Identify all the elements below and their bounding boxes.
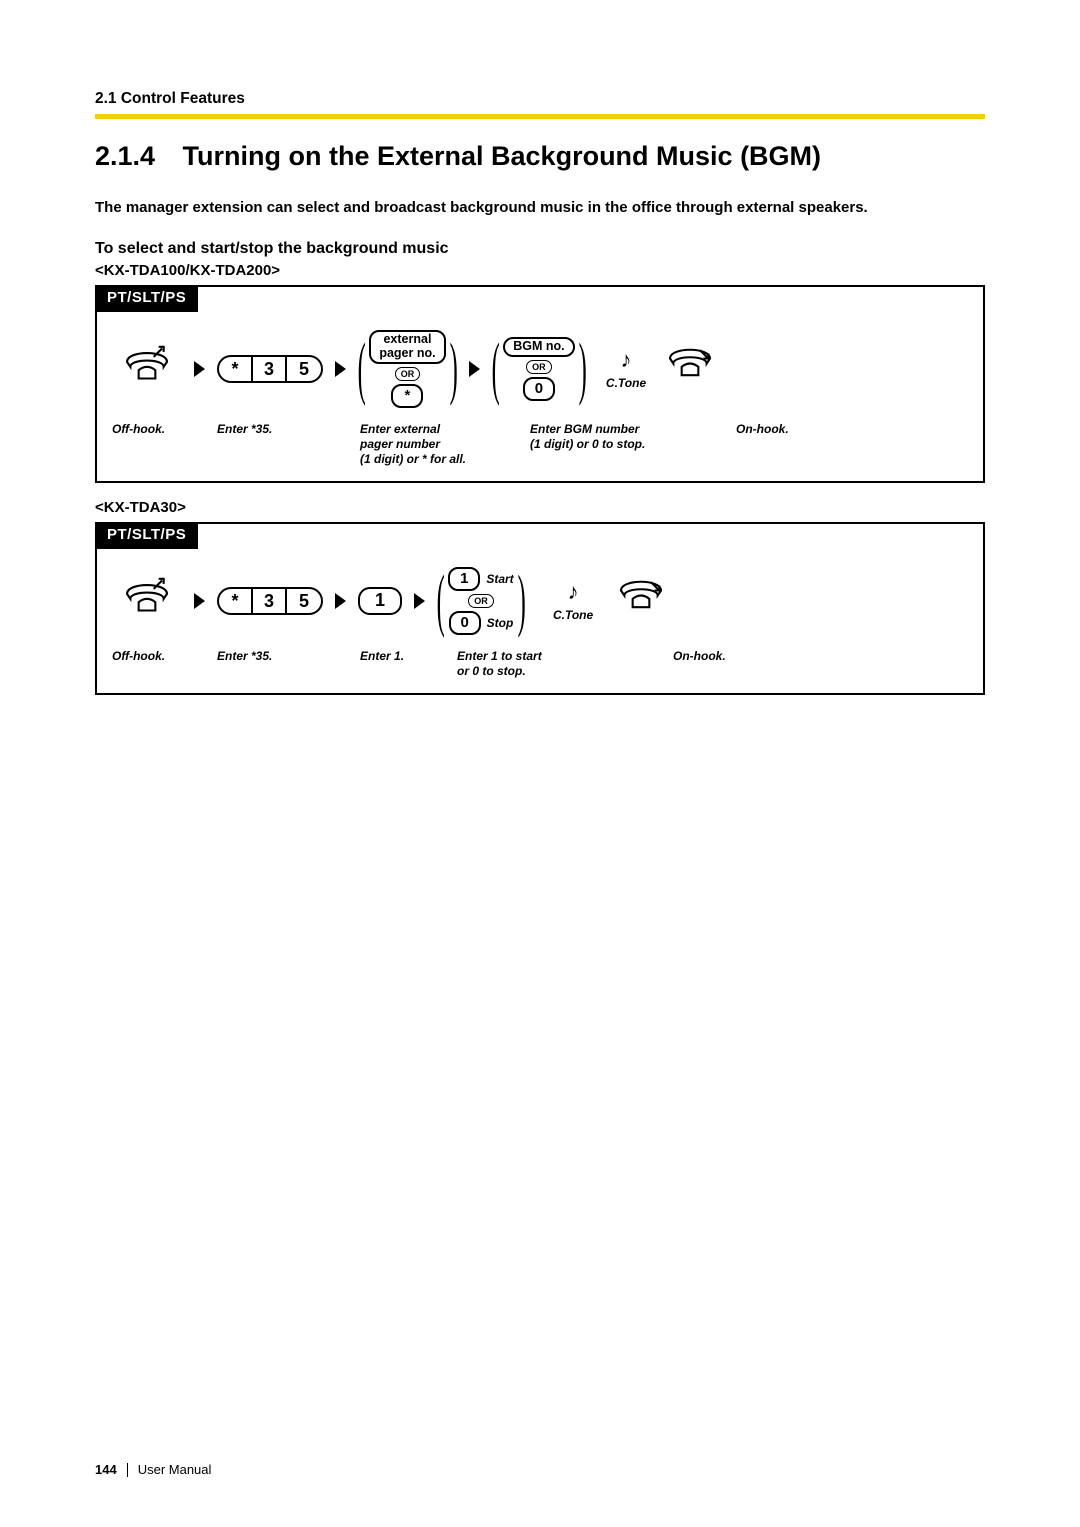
key-5: 5 [287, 589, 321, 613]
arrow-icon [194, 593, 205, 609]
paren-right: ) [449, 339, 457, 399]
key-0: 0 [523, 377, 555, 401]
caption-enter35: Enter *35. [217, 649, 325, 664]
page-title: 2.1.4 Turning on the External Background… [95, 141, 985, 172]
or-pill: OR [468, 594, 494, 608]
stop-label: Stop [487, 616, 514, 630]
caption-enter-bgm: Enter BGM number(1 digit) or 0 to stop. [530, 422, 670, 452]
key-bgm-no: BGM no. [503, 337, 574, 357]
or-pill: OR [395, 367, 421, 381]
arrow-icon [194, 361, 205, 377]
section-crumb: 2.1 Control Features [95, 90, 985, 108]
model-label-tda30: <KX-TDA30> [95, 499, 985, 516]
paren-left: ( [358, 339, 366, 399]
ctone-label: C.Tone [553, 608, 593, 622]
paren-left: ( [491, 339, 499, 399]
key-1: 1 [358, 587, 402, 615]
ctone-label: C.Tone [606, 376, 646, 390]
phone-type-tab: PT/SLT/PS [97, 522, 198, 549]
on-hook-icon [665, 344, 715, 393]
caption-onhook: On-hook. [736, 422, 806, 437]
page-number: 144 [95, 1462, 117, 1477]
arrow-icon [335, 361, 346, 377]
caption-offhook: Off-hook. [112, 422, 182, 437]
key-1: 1 [448, 567, 480, 591]
section-title-text: Turning on the External Background Music… [183, 141, 822, 171]
section-number: 2.1.4 [95, 141, 175, 172]
key-star: * [219, 357, 253, 381]
phone-type-tab: PT/SLT/PS [97, 285, 198, 312]
caption-enter35: Enter *35. [217, 422, 325, 437]
off-hook-icon [122, 344, 172, 393]
music-note-icon: ♪ [568, 579, 579, 605]
paren-right: ) [517, 571, 525, 631]
procedure-diagram-2: PT/SLT/PS * 3 5 [95, 522, 985, 695]
on-hook-icon [616, 576, 666, 625]
key-star: * [391, 384, 423, 408]
music-note-icon: ♪ [621, 347, 632, 373]
caption-onhook: On-hook. [673, 649, 743, 664]
caption-enter1: Enter 1. [360, 649, 422, 664]
model-label-tda100-200: <KX-TDA100/KX-TDA200> [95, 262, 985, 279]
key-sequence-star-3-5: * 3 5 [217, 355, 323, 383]
key-5: 5 [287, 357, 321, 381]
footer-divider [127, 1463, 128, 1477]
key-3: 3 [253, 357, 287, 381]
key-3: 3 [253, 589, 287, 613]
key-external-pager-no: externalpager no. [369, 330, 445, 364]
start-label: Start [486, 572, 513, 586]
arrow-icon [469, 361, 480, 377]
divider-rule [95, 114, 985, 119]
doc-name: User Manual [138, 1462, 212, 1477]
key-0: 0 [449, 611, 481, 635]
caption-offhook: Off-hook. [112, 649, 182, 664]
arrow-icon [335, 593, 346, 609]
paren-right: ) [578, 339, 586, 399]
key-star: * [219, 589, 253, 613]
caption-enter-start-stop: Enter 1 to startor 0 to stop. [457, 649, 587, 679]
procedure-diagram-1: PT/SLT/PS * 3 5 [95, 285, 985, 483]
key-sequence-star-3-5: * 3 5 [217, 587, 323, 615]
caption-enter-external: Enter externalpager number(1 digit) or *… [360, 422, 495, 467]
page-footer: 144 User Manual [95, 1462, 211, 1477]
or-pill: OR [526, 360, 552, 374]
arrow-icon [414, 593, 425, 609]
off-hook-icon [122, 576, 172, 625]
intro-paragraph: The manager extension can select and bro… [95, 197, 985, 218]
paren-left: ( [437, 571, 445, 631]
procedure-heading: To select and start/stop the background … [95, 240, 985, 258]
